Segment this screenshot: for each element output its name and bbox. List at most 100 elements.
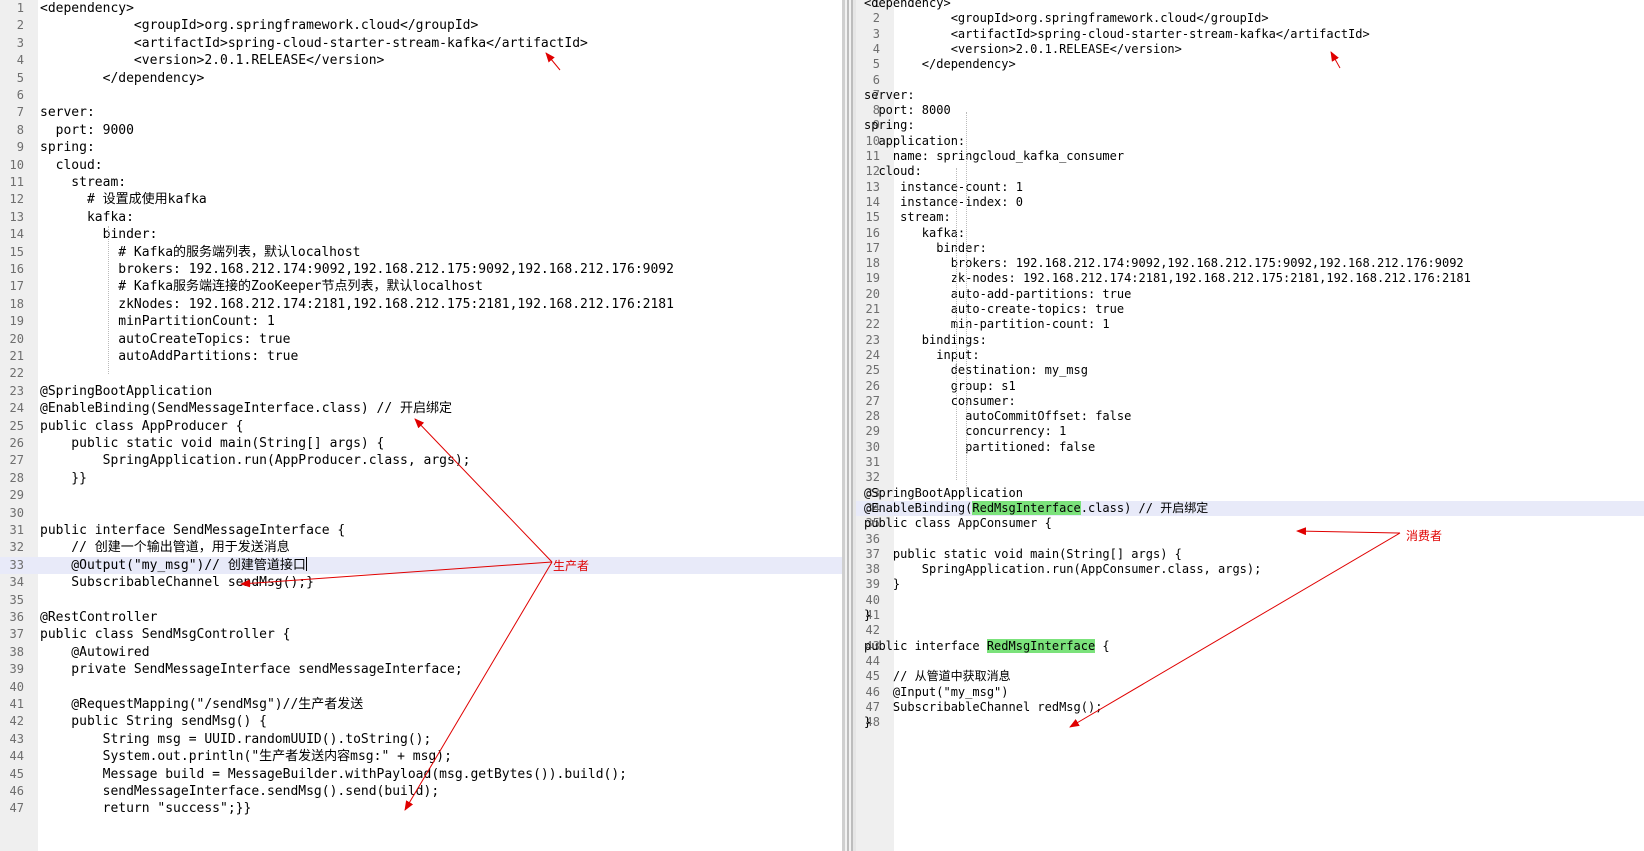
code-line[interactable]: 37 public class SendMsgController {: [0, 626, 842, 643]
code-line[interactable]: 47 return "success";}}: [0, 800, 842, 817]
code-line[interactable]: 15 stream:: [856, 210, 1644, 225]
code-line[interactable]: 29 concurrency: 1: [856, 424, 1644, 439]
code-line[interactable]: 26 group: s1: [856, 379, 1644, 394]
code-line[interactable]: 29: [0, 487, 842, 504]
code-line[interactable]: 40: [0, 679, 842, 696]
code-line[interactable]: 15 # Kafka的服务端列表，默认localhost: [0, 244, 842, 261]
code-line[interactable]: 21 auto-create-topics: true: [856, 302, 1644, 317]
line-text: <groupId>org.springframework.cloud</grou…: [40, 18, 479, 34]
code-line[interactable]: 14 instance-index: 0: [856, 195, 1644, 210]
code-line[interactable]: 46 @Input("my_msg"): [856, 685, 1644, 700]
code-line[interactable]: 11 name: springcloud_kafka_consumer: [856, 149, 1644, 164]
code-line[interactable]: 19 zk-nodes: 192.168.212.174:2181,192.16…: [856, 271, 1644, 286]
code-line[interactable]: 48}: [856, 715, 1644, 730]
code-line[interactable]: 33 @Output("my_msg")// 创建管道接口: [0, 556, 842, 575]
code-line[interactable]: 40: [856, 593, 1644, 608]
code-line[interactable]: 33 @SpringBootApplication: [856, 486, 1644, 501]
left-editor-pane[interactable]: 1 <dependency> 2 <groupId>org.springframew…: [0, 0, 842, 851]
code-line[interactable]: 19 minPartitionCount: 1: [0, 313, 842, 330]
code-line[interactable]: 23 @SpringBootApplication: [0, 383, 842, 400]
code-line[interactable]: 23 bindings:: [856, 333, 1644, 348]
code-line[interactable]: 14 binder:: [0, 226, 842, 243]
code-line[interactable]: 2 <groupId>org.springframework.cloud</gr…: [856, 11, 1644, 26]
code-line[interactable]: 25 destination: my_msg: [856, 363, 1644, 378]
code-line[interactable]: 12 # 设置成使用kafka: [0, 191, 842, 208]
code-line[interactable]: 37 public static void main(String[] args…: [856, 547, 1644, 562]
code-line[interactable]: 6: [856, 73, 1644, 88]
code-line[interactable]: 42 public String sendMsg() {: [0, 713, 842, 730]
code-line[interactable]: 18 zkNodes: 192.168.212.174:2181,192.168…: [0, 296, 842, 313]
code-line[interactable]: 7 server:: [0, 104, 842, 121]
code-line[interactable]: 18 brokers: 192.168.212.174:9092,192.168…: [856, 256, 1644, 271]
code-line[interactable]: 8 port: 8000: [856, 103, 1644, 118]
code-line[interactable]: 27 SpringApplication.run(AppProducer.cla…: [0, 452, 842, 469]
code-line[interactable]: 22: [0, 365, 842, 382]
code-line[interactable]: 9 spring:: [0, 139, 842, 156]
code-line[interactable]: 43 String msg = UUID.randomUUID().toStri…: [0, 731, 842, 748]
code-line[interactable]: 17 # Kafka服务端连接的ZooKeeper节点列表，默认localhos…: [0, 278, 842, 295]
code-line[interactable]: 16 kafka:: [856, 226, 1644, 241]
code-line[interactable]: 46 sendMessageInterface.sendMsg().send(b…: [0, 783, 842, 800]
code-line[interactable]: 38 SpringApplication.run(AppConsumer.cla…: [856, 562, 1644, 577]
code-line[interactable]: 44 System.out.println("生产者发送内容msg:" + ms…: [0, 748, 842, 765]
code-line[interactable]: 10 cloud:: [0, 157, 842, 174]
code-line[interactable]: 38 @Autowired: [0, 644, 842, 661]
code-line[interactable]: 47 SubscribableChannel redMsg();: [856, 700, 1644, 715]
code-line[interactable]: 1 <dependency>: [0, 0, 842, 17]
code-line[interactable]: 45 Message build = MessageBuilder.withPa…: [0, 766, 842, 783]
code-line[interactable]: 8 port: 9000: [0, 122, 842, 139]
code-line[interactable]: 28 autoCommitOffset: false: [856, 409, 1644, 424]
code-line[interactable]: 1 <dependency>: [856, 0, 1644, 11]
code-line[interactable]: 39 }: [856, 577, 1644, 592]
code-line[interactable]: 3 <artifactId>spring-cloud-starter-strea…: [0, 35, 842, 52]
code-line[interactable]: 20 auto-add-partitions: true: [856, 287, 1644, 302]
code-line[interactable]: 41}: [856, 608, 1644, 623]
code-line[interactable]: 25 public class AppProducer {: [0, 418, 842, 435]
code-line[interactable]: 32 // 创建一个输出管道，用于发送消息: [0, 539, 842, 556]
code-line[interactable]: 34 @EnableBinding(RedMsgInterface.class) …: [856, 500, 1644, 517]
code-line[interactable]: 45 // 从管道中获取消息: [856, 669, 1644, 684]
split-divider[interactable]: [842, 0, 856, 851]
code-line[interactable]: 12 cloud:: [856, 164, 1644, 179]
code-line[interactable]: 32: [856, 470, 1644, 485]
code-line[interactable]: 36 @RestController: [0, 609, 842, 626]
code-line[interactable]: 11 stream:: [0, 174, 842, 191]
code-line[interactable]: 43 public interface RedMsgInterface {: [856, 638, 1644, 654]
code-line[interactable]: 31 public interface SendMessageInterface …: [0, 522, 842, 539]
code-line[interactable]: 10 application:: [856, 134, 1644, 149]
code-line[interactable]: 13 kafka:: [0, 209, 842, 226]
code-line[interactable]: 3 <artifactId>spring-cloud-starter-strea…: [856, 27, 1644, 42]
code-line[interactable]: 13 instance-count: 1: [856, 180, 1644, 195]
code-line[interactable]: 41 @RequestMapping("/sendMsg")//生产者发送: [0, 696, 842, 713]
code-line[interactable]: 36: [856, 532, 1644, 547]
code-line[interactable]: 39 private SendMessageInterface sendMess…: [0, 661, 842, 678]
code-line[interactable]: 30 partitioned: false: [856, 440, 1644, 455]
code-line[interactable]: 9 spring:: [856, 118, 1644, 133]
code-line[interactable]: 5 </dependency>: [0, 70, 842, 87]
code-line[interactable]: 35: [0, 592, 842, 609]
code-line[interactable]: 5 </dependency>: [856, 57, 1644, 72]
code-line[interactable]: 2 <groupId>org.springframework.cloud</gr…: [0, 17, 842, 34]
code-line[interactable]: 27 consumer:: [856, 394, 1644, 409]
code-line[interactable]: 16 brokers: 192.168.212.174:9092,192.168…: [0, 261, 842, 278]
right-editor-pane[interactable]: 1 <dependency> 2 <groupId>org.springframew…: [856, 0, 1644, 851]
code-line[interactable]: 6: [0, 87, 842, 104]
code-line[interactable]: 44: [856, 654, 1644, 669]
code-line[interactable]: 22 min-partition-count: 1: [856, 317, 1644, 332]
line-text: autoCreateTopics: true: [40, 331, 291, 347]
code-line[interactable]: 34 SubscribableChannel sendMsg();}: [0, 574, 842, 591]
code-line[interactable]: 31: [856, 455, 1644, 470]
code-line[interactable]: 28 }}: [0, 470, 842, 487]
code-line[interactable]: 4 <version>2.0.1.RELEASE</version>: [856, 42, 1644, 57]
code-line[interactable]: 4 <version>2.0.1.RELEASE</version>: [0, 52, 842, 69]
code-line[interactable]: 42: [856, 623, 1644, 638]
code-line[interactable]: 26 public static void main(String[] args…: [0, 435, 842, 452]
code-line[interactable]: 35 public class AppConsumer {: [856, 516, 1644, 531]
code-line[interactable]: 17 binder:: [856, 241, 1644, 256]
code-line[interactable]: 24 input:: [856, 348, 1644, 363]
code-line[interactable]: 24 @EnableBinding(SendMessageInterface.cl…: [0, 400, 842, 417]
code-line[interactable]: 7 server:: [856, 88, 1644, 103]
code-line[interactable]: 30: [0, 505, 842, 522]
code-line[interactable]: 21 autoAddPartitions: true: [0, 348, 842, 365]
code-line[interactable]: 20 autoCreateTopics: true: [0, 331, 842, 348]
